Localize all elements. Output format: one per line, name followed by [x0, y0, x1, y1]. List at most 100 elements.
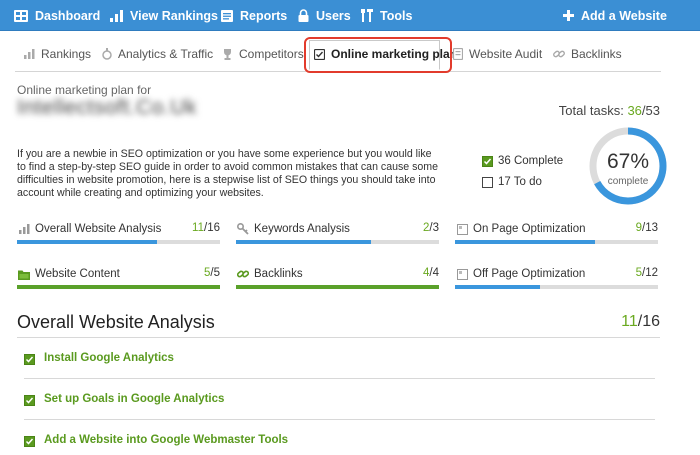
tab-rankings-label: Rankings: [41, 47, 92, 61]
category-off-page-optimization[interactable]: Off Page Optimization 5/12: [455, 264, 658, 290]
lock-icon: [298, 9, 309, 22]
tab-analytics-traffic[interactable]: Analytics & Traffic: [102, 39, 213, 69]
divider: [17, 337, 660, 338]
tab-website-audit[interactable]: Website Audit: [453, 39, 542, 69]
category-count: 5/12: [635, 267, 658, 279]
trophy-icon: [224, 48, 231, 60]
category-label: Keywords Analysis: [254, 223, 350, 235]
total-tasks: Total tasks: 36/53: [559, 103, 660, 118]
nav-view-rankings-label: View Rankings: [130, 8, 218, 23]
category-progress-bar: [17, 285, 220, 289]
category-progress-bar: [236, 285, 439, 289]
nav-reports-label: Reports: [240, 8, 288, 23]
category-progress-bar: [236, 240, 439, 244]
checked-box-icon[interactable]: [24, 354, 35, 365]
tab-backlinks-label: Backlinks: [571, 47, 622, 61]
grid-icon: [14, 9, 28, 22]
total-tasks-done: 36: [627, 103, 642, 118]
category-label: Off Page Optimization: [473, 268, 586, 280]
legend-todo[interactable]: 17 To do: [482, 174, 542, 190]
nav-reports[interactable]: Reports: [221, 0, 287, 31]
nav-dashboard-label: Dashboard: [35, 8, 101, 23]
page-icon: [455, 267, 469, 281]
site-name: Intellectsoft.Co.Uk: [17, 96, 197, 119]
total-tasks-label: Total tasks:: [558, 103, 624, 118]
legend-todo-label: 17 To do: [498, 176, 542, 188]
report-icon: [221, 9, 233, 22]
category-label: Backlinks: [254, 268, 303, 280]
key-icon: [236, 222, 250, 236]
category-progress-bar: [455, 240, 658, 244]
category-count: 11/16: [192, 222, 220, 234]
link-icon: [553, 50, 565, 58]
nav-users[interactable]: Users: [298, 0, 351, 31]
category-website-content[interactable]: Website Content 5/5: [17, 264, 220, 290]
task-item[interactable]: Set up Goals in Google Analytics: [24, 393, 655, 425]
category-count: 9/13: [635, 222, 658, 234]
category-progress-fill: [455, 285, 540, 289]
category-count: 5/5: [204, 267, 220, 279]
category-count: 2/3: [423, 222, 439, 234]
analytics-icon: [102, 48, 112, 60]
tab-competitors[interactable]: Competitors: [222, 39, 304, 69]
category-progress-fill: [236, 240, 372, 244]
divider: [24, 419, 655, 420]
category-progress-bar: [455, 285, 658, 289]
donut-caption: complete: [607, 176, 649, 187]
task-link[interactable]: Add a Website into Google Webmaster Tool…: [44, 434, 288, 446]
category-progress-fill: [17, 240, 157, 244]
task-item[interactable]: Install Google Analytics: [24, 352, 655, 384]
checked-box-icon[interactable]: [24, 395, 35, 406]
tab-analytics-label: Analytics & Traffic: [118, 47, 214, 61]
category-progress-fill: [17, 285, 220, 289]
active-tab-highlight: [304, 37, 452, 73]
category-count: 4/4: [423, 267, 439, 279]
category-overall-website-analysis[interactable]: Overall Website Analysis 11/16: [17, 219, 220, 245]
plan-for-label: Online marketing plan for: [17, 83, 152, 97]
category-progress-fill: [455, 240, 596, 244]
checked-box-icon: [482, 155, 493, 167]
bar-chart-icon: [110, 9, 123, 22]
add-website-label: Add a Website: [581, 8, 667, 23]
section-title: Overall Website Analysis: [17, 312, 215, 332]
bar-chart-icon: [24, 49, 35, 59]
category-progress-bar: [17, 240, 220, 244]
nav-view-rankings[interactable]: View Rankings: [110, 0, 218, 31]
section-count: 11/16: [621, 313, 660, 330]
intro-text: If you are a newbie in SEO optimization …: [17, 148, 439, 199]
donut-percent: 67%: [606, 150, 650, 173]
page-icon: [455, 222, 469, 236]
divider: [24, 378, 655, 379]
category-on-page-optimization[interactable]: On Page Optimization 9/13: [455, 219, 658, 245]
category-keywords-analysis[interactable]: Keywords Analysis 2/3: [236, 219, 439, 245]
task-item[interactable]: Add a Website into Google Webmaster Tool…: [24, 434, 655, 455]
task-link[interactable]: Install Google Analytics: [44, 352, 174, 364]
tools-icon: [361, 9, 373, 22]
nav-dashboard[interactable]: Dashboard: [14, 0, 100, 31]
folder-icon: [17, 267, 31, 281]
add-website-button[interactable]: Add a Website: [563, 0, 667, 31]
nav-tools[interactable]: Tools: [361, 0, 412, 31]
tab-backlinks[interactable]: Backlinks: [553, 39, 622, 69]
category-backlinks[interactable]: Backlinks 4/4: [236, 264, 439, 290]
bar-chart-icon: [17, 222, 31, 236]
legend-complete[interactable]: 36 Complete: [482, 153, 563, 169]
category-progress-fill: [236, 285, 439, 289]
category-label: Website Content: [35, 268, 120, 280]
checked-box-icon[interactable]: [24, 436, 35, 447]
tab-website-audit-label: Website Audit: [469, 47, 543, 61]
tab-rankings[interactable]: Rankings: [24, 39, 91, 69]
audit-icon: [453, 48, 463, 60]
category-label: On Page Optimization: [473, 223, 586, 235]
legend-complete-label: 36 Complete: [498, 155, 564, 167]
empty-box-icon: [482, 176, 493, 188]
top-navigation-bar: Dashboard View Rankings Reports Users To…: [0, 0, 700, 31]
link-icon: [236, 267, 250, 281]
category-label: Overall Website Analysis: [35, 223, 162, 235]
tab-competitors-label: Competitors: [239, 47, 304, 61]
task-link[interactable]: Set up Goals in Google Analytics: [44, 393, 224, 405]
nav-users-label: Users: [316, 8, 351, 23]
total-tasks-all: /53: [641, 103, 660, 118]
nav-tools-label: Tools: [380, 8, 413, 23]
plus-icon: [563, 10, 574, 21]
